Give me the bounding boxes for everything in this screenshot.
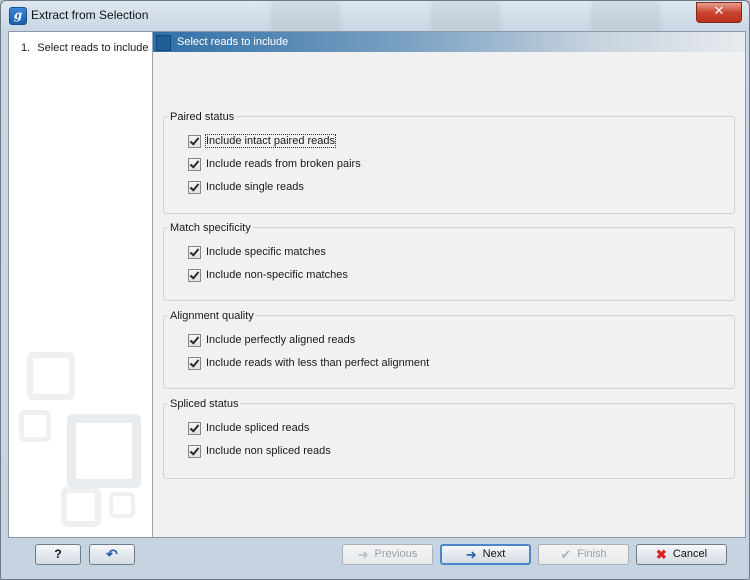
group-title: Match specificity: [168, 222, 253, 234]
checkbox[interactable]: [188, 421, 201, 435]
help-icon: ?: [54, 547, 62, 561]
wizard-steps-panel: 1. Select reads to include: [9, 32, 153, 537]
background-window-ghost: [181, 1, 681, 31]
group-alignment-quality: Alignment quality Include perfectly alig…: [163, 310, 735, 389]
decorative-square-icon: [19, 410, 51, 442]
wizard-step-1[interactable]: 1. Select reads to include: [21, 42, 149, 54]
option-include-reads-from-broken-pairs[interactable]: Include reads from broken pairs: [188, 156, 361, 172]
option-label: Include reads from broken pairs: [206, 158, 361, 170]
cancel-button[interactable]: ✖ Cancel: [636, 544, 727, 565]
checkbox[interactable]: [188, 356, 201, 370]
cancel-label: Cancel: [672, 548, 708, 560]
previous-label: Previous: [374, 548, 418, 560]
group-spliced-status: Spliced status Include spliced reads Inc…: [163, 398, 735, 479]
option-include-intact-paired-reads[interactable]: Include intact paired reads: [188, 133, 337, 149]
main-panel: Select reads to include Paired status In…: [153, 32, 745, 537]
checkbox[interactable]: [188, 245, 201, 259]
step-number: 1.: [21, 42, 31, 54]
decorative-square-icon: [61, 487, 101, 527]
dialog-window: g Extract from Selection ✕ 1. Select rea…: [0, 0, 750, 580]
group-match-specificity: Match specificity Include specific match…: [163, 222, 735, 301]
panel-header: Select reads to include: [153, 32, 745, 52]
app-logo-icon: g: [9, 7, 27, 25]
option-label: Include reads with less than perfect ali…: [206, 357, 430, 369]
decorative-square-icon: [67, 414, 141, 488]
checkbox[interactable]: [188, 333, 201, 347]
group-paired-status: Paired status Include intact paired read…: [163, 111, 735, 214]
option-include-specific-matches[interactable]: Include specific matches: [188, 244, 326, 260]
option-label: Include perfectly aligned reads: [206, 334, 356, 346]
next-label: Next: [482, 548, 506, 560]
option-label: Include specific matches: [206, 246, 326, 258]
finish-button[interactable]: ✔ Finish: [538, 544, 629, 565]
option-label: Include spliced reads: [206, 422, 310, 434]
option-label: Include non-specific matches: [206, 269, 348, 281]
option-label: Include intact paired reads: [204, 134, 337, 148]
title-bar[interactable]: g Extract from Selection ✕: [1, 1, 749, 31]
checkmark-icon: ✔: [560, 547, 572, 562]
checkbox[interactable]: [188, 134, 201, 148]
checkbox[interactable]: [188, 157, 201, 171]
option-include-non-spliced-reads[interactable]: Include non spliced reads: [188, 443, 331, 459]
window-title: Extract from Selection: [31, 8, 149, 22]
decorative-square-icon: [109, 492, 135, 518]
next-button[interactable]: ➜ Next: [440, 544, 531, 565]
group-title: Spliced status: [168, 398, 241, 410]
header-marker-icon: [156, 35, 171, 51]
checkbox[interactable]: [188, 268, 201, 282]
arrow-right-icon: ➜: [465, 547, 477, 562]
cancel-x-icon: ✖: [655, 547, 667, 562]
option-include-single-reads[interactable]: Include single reads: [188, 179, 304, 195]
option-include-reads-less-than-perfect[interactable]: Include reads with less than perfect ali…: [188, 355, 429, 371]
checkbox[interactable]: [188, 180, 201, 194]
option-include-perfectly-aligned-reads[interactable]: Include perfectly aligned reads: [188, 332, 355, 348]
arrow-left-icon: ➜: [357, 547, 369, 562]
step-label: Select reads to include: [37, 42, 149, 54]
group-title: Alignment quality: [168, 310, 256, 322]
panel-header-title: Select reads to include: [177, 36, 289, 48]
option-label: Include single reads: [206, 181, 304, 193]
previous-button[interactable]: ➜ Previous: [342, 544, 433, 565]
finish-label: Finish: [577, 548, 607, 560]
reset-icon: ↶: [106, 546, 118, 562]
dialog-content: 1. Select reads to include Select reads …: [8, 31, 746, 538]
option-label: Include non spliced reads: [206, 445, 331, 457]
option-include-spliced-reads[interactable]: Include spliced reads: [188, 420, 309, 436]
help-button[interactable]: ?: [35, 544, 81, 565]
close-button[interactable]: ✕: [696, 2, 742, 23]
checkbox[interactable]: [188, 444, 201, 458]
option-include-non-specific-matches[interactable]: Include non-specific matches: [188, 267, 348, 283]
reset-button[interactable]: ↶: [89, 544, 135, 565]
group-title: Paired status: [168, 111, 237, 123]
decorative-square-icon: [27, 352, 75, 400]
